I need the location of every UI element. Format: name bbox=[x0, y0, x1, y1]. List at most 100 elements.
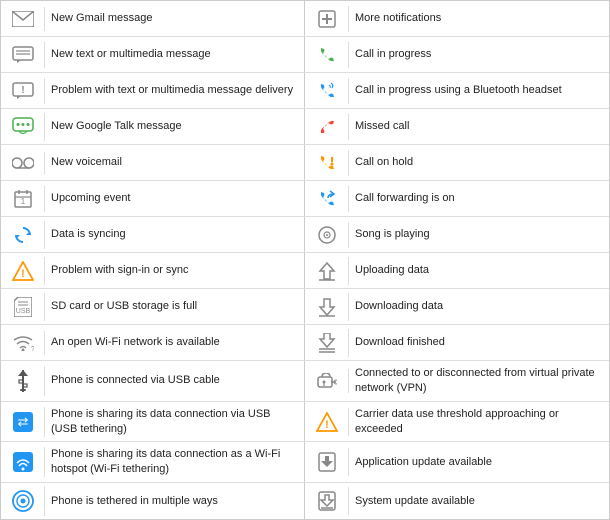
table-row: Phone is tethered in multiple waysSystem… bbox=[1, 483, 609, 519]
left-icon: 1 bbox=[1, 186, 45, 212]
right-label: Carrier data use threshold approaching o… bbox=[349, 402, 609, 442]
left-icon: ! bbox=[1, 78, 45, 104]
left-cell: New voicemail bbox=[1, 145, 305, 180]
left-cell: Phone is connected via USB cable bbox=[1, 361, 305, 401]
left-label: Upcoming event bbox=[45, 186, 304, 211]
notification-icons-table: New Gmail message More notifications New t… bbox=[0, 0, 610, 520]
left-label: Data is syncing bbox=[45, 222, 304, 247]
left-label: An open Wi-Fi network is available bbox=[45, 330, 304, 355]
right-cell: Application update available bbox=[305, 442, 609, 482]
right-cell: Missed call bbox=[305, 109, 609, 144]
table-row: New Gmail message More notifications bbox=[1, 1, 609, 37]
table-row: Data is syncing Song is playing bbox=[1, 217, 609, 253]
right-icon bbox=[305, 448, 349, 476]
right-label: Downloading data bbox=[349, 294, 609, 319]
left-icon: ⇄ bbox=[1, 407, 45, 437]
left-label: Problem with sign-in or sync bbox=[45, 258, 304, 283]
table-row: ! Problem with text or multimedia message… bbox=[1, 73, 609, 109]
right-cell: Connected to or disconnected from virtua… bbox=[305, 361, 609, 401]
svg-text:USB: USB bbox=[15, 308, 30, 315]
right-icon bbox=[305, 293, 349, 321]
right-icon bbox=[305, 42, 349, 68]
right-label: Call on hold bbox=[349, 150, 609, 175]
left-icon: ! bbox=[1, 257, 45, 285]
right-icon bbox=[305, 6, 349, 32]
svg-text:!: ! bbox=[325, 419, 329, 431]
right-icon bbox=[305, 257, 349, 285]
right-cell: Call in progress using a Bluetooth heads… bbox=[305, 73, 609, 108]
right-cell: System update available bbox=[305, 483, 609, 519]
left-cell: New text or multimedia message bbox=[1, 37, 305, 72]
right-label: Call in progress bbox=[349, 42, 609, 67]
left-cell: ⇄ Phone is sharing its data connection vi… bbox=[1, 402, 305, 442]
right-icon bbox=[305, 487, 349, 515]
left-label: New text or multimedia message bbox=[45, 42, 304, 67]
left-label: New Gmail message bbox=[45, 6, 304, 31]
left-cell: ! Problem with sign-in or sync bbox=[1, 253, 305, 288]
left-cell: ! Problem with text or multimedia message… bbox=[1, 73, 305, 108]
left-icon bbox=[1, 7, 45, 31]
left-cell: 1 Upcoming event bbox=[1, 181, 305, 216]
right-cell: Download finished bbox=[305, 325, 609, 360]
left-icon bbox=[1, 42, 45, 68]
left-cell: Phone is sharing its data connection as … bbox=[1, 442, 305, 482]
right-icon bbox=[305, 369, 349, 393]
left-label: Problem with text or multimedia message … bbox=[45, 78, 304, 103]
right-cell: Song is playing bbox=[305, 217, 609, 252]
left-cell: ? An open Wi-Fi network is available bbox=[1, 325, 305, 360]
table-row: Phone is connected via USB cableConnecte… bbox=[1, 361, 609, 402]
left-icon bbox=[1, 366, 45, 396]
svg-text:⇄: ⇄ bbox=[17, 414, 28, 429]
right-cell: ! Carrier data use threshold approaching … bbox=[305, 402, 609, 442]
table-row: ⇄ Phone is sharing its data connection vi… bbox=[1, 402, 609, 443]
right-label: More notifications bbox=[349, 6, 609, 31]
left-label: SD card or USB storage is full bbox=[45, 294, 304, 319]
svg-text:!: ! bbox=[21, 85, 24, 96]
left-label: New Google Talk message bbox=[45, 114, 304, 139]
left-icon: USB bbox=[1, 293, 45, 321]
left-label: Phone is connected via USB cable bbox=[45, 368, 304, 393]
right-cell: Uploading data bbox=[305, 253, 609, 288]
right-icon bbox=[305, 78, 349, 104]
left-cell: Data is syncing bbox=[1, 217, 305, 252]
right-icon bbox=[305, 329, 349, 357]
left-cell: New Google Talk message bbox=[1, 109, 305, 144]
right-icon bbox=[305, 222, 349, 248]
right-label: Call in progress using a Bluetooth heads… bbox=[349, 78, 609, 103]
right-label: Song is playing bbox=[349, 222, 609, 247]
left-icon: ? bbox=[1, 331, 45, 355]
left-icon bbox=[1, 486, 45, 516]
right-label: Download finished bbox=[349, 330, 609, 355]
table-row: New voicemail Call on hold bbox=[1, 145, 609, 181]
svg-text:!: ! bbox=[21, 268, 25, 280]
left-icon bbox=[1, 113, 45, 141]
right-label: Uploading data bbox=[349, 258, 609, 283]
table-row: ? An open Wi-Fi network is available Downl… bbox=[1, 325, 609, 361]
right-cell: Call in progress bbox=[305, 37, 609, 72]
right-label: Call forwarding is on bbox=[349, 186, 609, 211]
table-row: New Google Talk message Missed call bbox=[1, 109, 609, 145]
table-row: Phone is sharing its data connection as … bbox=[1, 442, 609, 483]
left-icon bbox=[1, 221, 45, 249]
right-label: Application update available bbox=[349, 450, 609, 475]
right-label: Missed call bbox=[349, 114, 609, 139]
left-icon bbox=[1, 447, 45, 477]
table-row: USB SD card or USB storage is full Downloa… bbox=[1, 289, 609, 325]
right-icon bbox=[305, 186, 349, 212]
right-cell: Call forwarding is on bbox=[305, 181, 609, 216]
svg-text:?: ? bbox=[31, 346, 34, 351]
right-icon bbox=[305, 114, 349, 140]
left-cell: New Gmail message bbox=[1, 1, 305, 36]
left-icon bbox=[1, 152, 45, 174]
left-cell: Phone is tethered in multiple ways bbox=[1, 483, 305, 519]
right-cell: Downloading data bbox=[305, 289, 609, 324]
table-row: ! Problem with sign-in or sync Uploading d… bbox=[1, 253, 609, 289]
left-label: Phone is sharing its data connection as … bbox=[45, 442, 304, 482]
right-icon: ! bbox=[305, 408, 349, 436]
right-cell: Call on hold bbox=[305, 145, 609, 180]
right-cell: More notifications bbox=[305, 1, 609, 36]
left-label: Phone is sharing its data connection via… bbox=[45, 402, 304, 442]
table-row: 1 Upcoming event Call forwarding is on bbox=[1, 181, 609, 217]
svg-text:1: 1 bbox=[20, 197, 25, 206]
left-cell: USB SD card or USB storage is full bbox=[1, 289, 305, 324]
